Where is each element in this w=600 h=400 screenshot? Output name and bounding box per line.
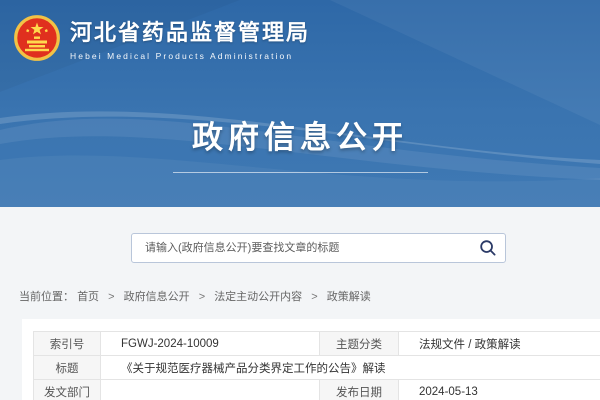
search-button[interactable] — [471, 234, 505, 262]
national-emblem-icon — [13, 14, 61, 62]
breadcrumb-item-policy-interpretation[interactable]: 政策解读 — [327, 291, 371, 303]
topic-category-label: 主题分类 — [320, 332, 399, 356]
publish-date-label: 发布日期 — [320, 380, 399, 400]
issuing-department-label: 发文部门 — [34, 380, 101, 400]
top-banner: 河北省药品监督管理局 Hebei Medical Products Admini… — [0, 0, 600, 207]
title-value: 《关于规范医疗器械产品分类界定工作的公告》解读 — [101, 356, 600, 380]
title-label: 标题 — [34, 356, 101, 380]
document-info-table: 索引号 FGWJ-2024-10009 主题分类 法规文件 / 政策解读 标题 … — [33, 331, 600, 400]
search-box — [131, 233, 506, 263]
table-row: 发文部门 发布日期 2024-05-13 — [34, 380, 600, 400]
title-divider — [173, 172, 428, 173]
index-number-label: 索引号 — [34, 332, 101, 356]
breadcrumb: 当前位置： 首页 > 政府信息公开 > 法定主动公开内容 > 政策解读 — [19, 288, 371, 304]
breadcrumb-separator: > — [199, 291, 205, 303]
site-brand[interactable]: 河北省药品监督管理局 Hebei Medical Products Admini… — [13, 14, 310, 62]
table-row: 索引号 FGWJ-2024-10009 主题分类 法规文件 / 政策解读 — [34, 332, 600, 356]
breadcrumb-separator: > — [311, 291, 317, 303]
breadcrumb-item-gov-info[interactable]: 政府信息公开 — [124, 291, 190, 303]
breadcrumb-item-home[interactable]: 首页 — [77, 291, 99, 303]
search-input[interactable] — [132, 234, 471, 262]
site-subtitle: Hebei Medical Products Administration — [70, 51, 310, 61]
table-row: 标题 《关于规范医疗器械产品分类界定工作的公告》解读 — [34, 356, 600, 380]
page-title: 政府信息公开 — [0, 112, 600, 157]
breadcrumb-item-statutory-disclosure[interactable]: 法定主动公开内容 — [214, 291, 302, 303]
site-title: 河北省药品监督管理局 — [70, 15, 310, 47]
issuing-department-value — [101, 380, 320, 400]
breadcrumb-separator: > — [108, 291, 114, 303]
topic-category-value: 法规文件 / 政策解读 — [399, 332, 600, 356]
search-icon — [479, 239, 497, 257]
document-info-card: 索引号 FGWJ-2024-10009 主题分类 法规文件 / 政策解读 标题 … — [22, 319, 600, 400]
index-number-value: FGWJ-2024-10009 — [101, 332, 320, 356]
publish-date-value: 2024-05-13 — [399, 380, 600, 400]
breadcrumb-prefix: 当前位置： — [19, 291, 74, 303]
